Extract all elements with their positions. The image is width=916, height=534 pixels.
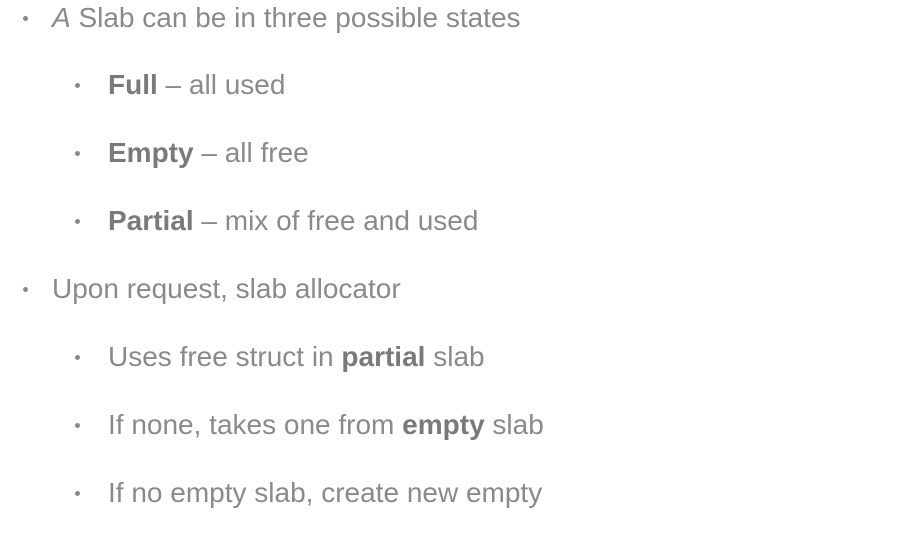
bullet-dot xyxy=(23,287,28,292)
bullet-term: Full xyxy=(108,69,158,100)
bullet-text: slab xyxy=(425,341,485,372)
sub-bullet-full: Full – all used xyxy=(108,65,285,105)
sub-bullet-dot xyxy=(75,491,80,496)
bullet-term: Partial xyxy=(108,205,194,236)
bullet-text: – all used xyxy=(157,69,286,100)
bullet-term: Empty xyxy=(108,137,194,168)
slide: A Slab can be in three possible states F… xyxy=(0,0,916,534)
sub-bullet-dot xyxy=(75,83,80,88)
bullet-text: – mix of free and used xyxy=(193,205,479,236)
bullet-text: If no empty slab, create new empty xyxy=(108,477,543,508)
bullet-text: slab xyxy=(484,409,544,440)
bullet-term: partial xyxy=(341,341,426,372)
bullet-dot xyxy=(23,16,28,21)
bullet-item-upon-request: Upon request, slab allocator xyxy=(52,269,401,309)
bullet-text: Upon request, slab allocator xyxy=(52,273,401,304)
sub-bullet-dot xyxy=(75,355,80,360)
sub-bullet-dot xyxy=(75,219,80,224)
sub-bullet-create-new: If no empty slab, create new empty xyxy=(108,473,542,513)
bullet-text: Slab can be in three possible states xyxy=(70,2,521,33)
sub-bullet-partial: Partial – mix of free and used xyxy=(108,201,478,241)
bullet-text: Uses free struct in xyxy=(108,341,342,372)
sub-bullet-takes-empty: If none, takes one from empty slab xyxy=(108,405,544,445)
sub-bullet-empty: Empty – all free xyxy=(108,133,309,173)
bullet-item-states: A Slab can be in three possible states xyxy=(52,0,521,38)
bullet-text: If none, takes one from xyxy=(108,409,403,440)
sub-bullet-dot xyxy=(75,423,80,428)
bullet-term: empty xyxy=(402,409,485,440)
sub-bullet-uses-partial: Uses free struct in partial slab xyxy=(108,337,485,377)
sub-bullet-dot xyxy=(75,151,80,156)
bullet-text: – all free xyxy=(193,137,309,168)
bullet-text-italic: A xyxy=(52,2,71,33)
